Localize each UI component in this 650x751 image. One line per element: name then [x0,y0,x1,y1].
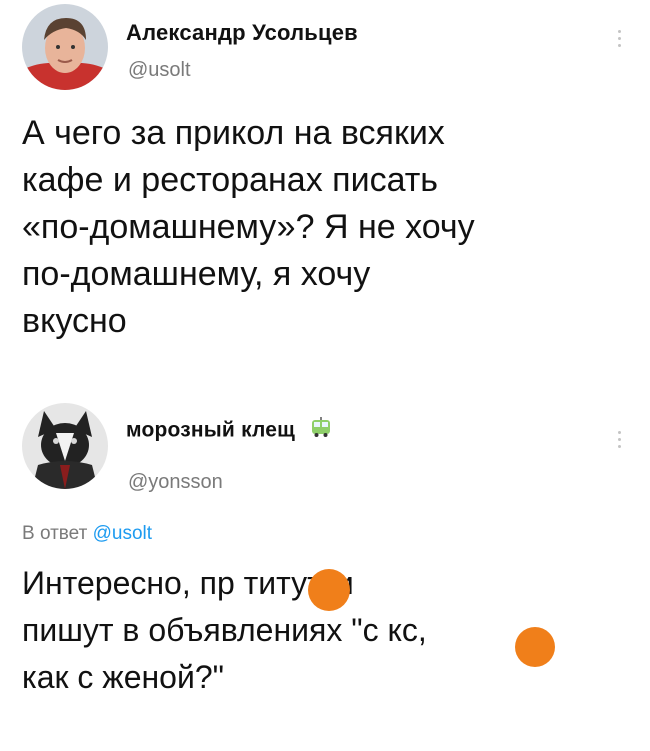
tweet-original: Александр Усольцев @usolt А чего за прик… [0,0,650,395]
author-handle[interactable]: @usolt [128,59,191,82]
author-name[interactable]: Александр Усольцев [126,20,358,46]
reply-mention-link[interactable]: @usolt [93,523,152,544]
more-options-icon[interactable] [618,431,622,448]
author-handle[interactable]: @yonsson [128,471,223,494]
reply-prefix: В ответ [22,523,88,544]
bus-icon [309,416,333,446]
reply-context: В ответ @usolt [22,523,152,545]
censor-blot [308,569,350,611]
author-name[interactable]: морозный клещ [126,416,333,446]
tweet-reply: морозный клещ @yonsson В ответ @usolt Ин… [0,395,650,751]
avatar[interactable] [22,4,108,90]
censor-blot [515,627,555,667]
avatar[interactable] [22,403,108,489]
more-options-icon[interactable] [618,30,622,47]
tweet-text: А чего за прикол на всяких кафе и рестор… [22,114,475,340]
author-name-text: морозный клещ [126,418,296,442]
